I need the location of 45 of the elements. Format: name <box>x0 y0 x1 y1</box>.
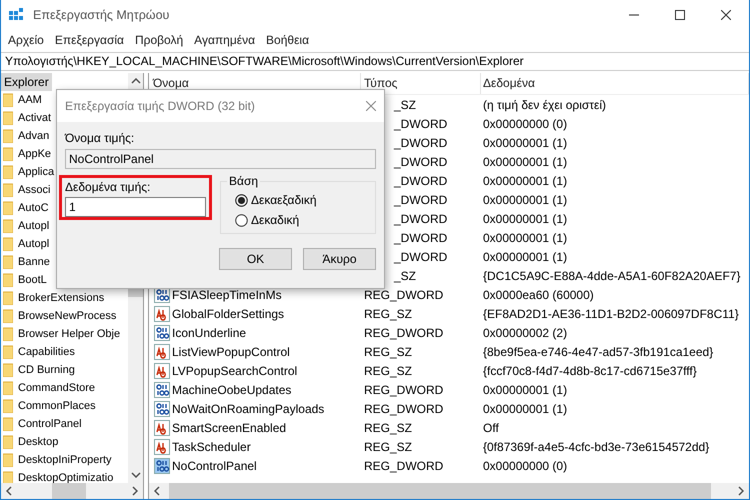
value-data: 0x00000001 (1) <box>482 250 568 264</box>
value-type: _DWORD <box>394 116 448 130</box>
value-type: _DWORD <box>394 212 448 226</box>
value-data: 0x00000000 (0) <box>482 116 568 130</box>
value-data: {0f87369f-a4e5-4cfc-bd3e-73e6154572dd} <box>482 440 710 454</box>
value-data: 0x00000001 (1) <box>482 230 568 244</box>
dialog-title: Επεξεργασία τιμής DWORD (32 bit) <box>65 99 255 113</box>
value-type: _SZ <box>394 98 418 112</box>
value-type: REG_SZ <box>363 306 414 320</box>
value-type: REG_SZ <box>363 420 414 434</box>
value-data: Off <box>482 420 500 434</box>
value-data: {8be9f5ea-e746-4e47-ad57-3fb191ca1eed} <box>482 344 714 358</box>
window-title: Επεξεργαστής Μητρώου <box>33 8 170 22</box>
value-data: {EF8AD2D1-AE36-11D1-B2D2-006097DF8C11} <box>482 306 740 320</box>
field-label: Δεδομένα τιμής: <box>65 180 152 194</box>
value-type: _DWORD <box>394 136 448 150</box>
value-type: REG_SZ <box>363 344 414 358</box>
value-type: REG_DWORD <box>363 382 444 396</box>
value-data: 0x00000000 (0) <box>482 458 568 472</box>
value-type: REG_DWORD <box>363 402 444 416</box>
value-data: 0x0000ea60 (60000) <box>482 288 595 302</box>
value-data: 0x00000001 (1) <box>482 192 568 206</box>
value-data: 0x00000001 (1) <box>482 154 568 168</box>
value-data: 0x00000001 (1) <box>482 402 568 416</box>
value-data: 0x00000001 (1) <box>482 136 568 150</box>
value-data: {DC1C5A9C-E88A-4dde-A5A1-60F82A20AEF7} <box>482 268 742 282</box>
value-type: _DWORD <box>394 250 448 264</box>
value-type: REG_SZ <box>363 364 414 378</box>
value-data: 0x00000001 (1) <box>482 212 568 226</box>
value-data: 0x00000002 (2) <box>482 326 568 340</box>
value-data: (η τιμή δεν έχει οριστεί) <box>482 98 608 112</box>
value-data: 0x00000001 (1) <box>482 382 568 396</box>
value-type: _DWORD <box>394 174 448 188</box>
value-type: _DWORD <box>394 154 448 168</box>
value-data: 0x00000001 (1) <box>482 174 568 188</box>
value-type: _DWORD <box>394 192 448 206</box>
value-type: _DWORD <box>394 230 448 244</box>
value-type: REG_DWORD <box>363 288 444 302</box>
field-label: Όνομα τιμής: <box>65 131 136 145</box>
value-data: {fccf70c8-f4d7-4d8b-8c17-cd6715e37fff} <box>482 364 698 378</box>
value-type: REG_DWORD <box>363 458 444 472</box>
value-type: REG_DWORD <box>363 326 444 340</box>
value-type: REG_SZ <box>363 440 414 454</box>
group-label: Βάση <box>227 174 260 188</box>
value-type: _SZ <box>394 268 418 282</box>
